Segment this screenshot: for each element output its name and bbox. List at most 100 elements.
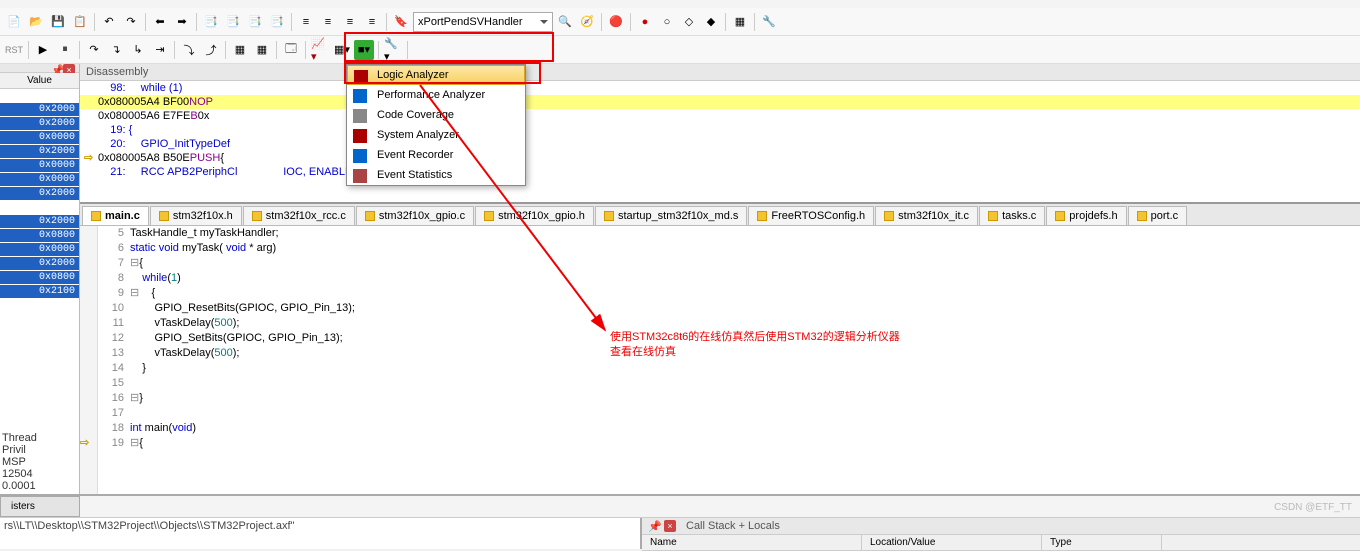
tool-btn[interactable]: ↶ — [99, 12, 119, 32]
tool-btn[interactable]: ⬅ — [150, 12, 170, 32]
tool-btn[interactable]: ▦ — [730, 12, 750, 32]
tool-btn[interactable]: 📋 — [70, 12, 90, 32]
tool-btn[interactable]: ◆ — [701, 12, 721, 32]
file-tab[interactable]: main.c — [82, 206, 149, 225]
disasm-line[interactable]: 20: GPIO_InitTypeDef — [80, 137, 1360, 151]
tool-btn[interactable]: 🔴 — [606, 12, 626, 32]
disasm-line[interactable]: 0x080005A6 E7FE B 0x — [80, 109, 1360, 123]
reset-btn[interactable]: RST — [4, 40, 24, 60]
register-value — [0, 89, 79, 103]
register-value: 0x2000 — [0, 187, 79, 201]
tool-btn[interactable]: 🔍 — [555, 12, 575, 32]
menu-item[interactable]: Event Statistics — [347, 165, 525, 185]
step-btn[interactable]: ↷ — [84, 40, 104, 60]
analyzer-btn[interactable]: 📈▾ — [310, 40, 330, 60]
disasm-line[interactable]: 19: { — [80, 123, 1360, 137]
window-btn[interactable]: ▦ — [252, 40, 272, 60]
step-btn[interactable]: ↴ — [106, 40, 126, 60]
tool-btn[interactable]: ≡ — [296, 12, 316, 32]
file-tab[interactable]: FreeRTOSConfig.h — [748, 206, 874, 225]
file-tab[interactable]: startup_stm32f10x_md.s — [595, 206, 747, 225]
file-tab[interactable]: tasks.c — [979, 206, 1045, 225]
menu-item[interactable]: Performance Analyzer — [347, 85, 525, 105]
code-line[interactable]: int main(void) — [130, 421, 1360, 436]
tool-btn[interactable]: ○ — [657, 12, 677, 32]
window-btn[interactable]: ▦▾ — [332, 40, 352, 60]
code-line[interactable]: ⊟{ — [130, 436, 1360, 451]
code-line[interactable]: vTaskDelay(500); — [130, 316, 1360, 331]
disasm-line[interactable]: ⇨0x080005A8 B50E PUSH { — [80, 151, 1360, 165]
file-tab[interactable]: stm32f10x_gpio.c — [356, 206, 474, 225]
column-header[interactable]: Location/Value — [862, 535, 1042, 550]
tool-btn[interactable]: ≡ — [362, 12, 382, 32]
file-tab[interactable]: projdefs.h — [1046, 206, 1126, 225]
file-icon — [159, 211, 169, 221]
tool-btn[interactable]: 💾 — [48, 12, 68, 32]
tool-btn[interactable]: ➡ — [172, 12, 192, 32]
file-icon — [365, 211, 375, 221]
tool-btn[interactable]: ↷ — [121, 12, 141, 32]
run-btn[interactable]: ▶ — [33, 40, 53, 60]
file-tab[interactable]: stm32f10x_it.c — [875, 206, 978, 225]
analyzer-menu: Logic AnalyzerPerformance AnalyzerCode C… — [346, 64, 526, 186]
column-header[interactable]: Type — [1042, 535, 1162, 550]
window-btn[interactable]: 🗔 — [281, 40, 301, 60]
line-number: 5 — [98, 226, 124, 241]
line-number: 15 — [98, 376, 124, 391]
file-icon — [1055, 211, 1065, 221]
file-tab[interactable]: port.c — [1128, 206, 1188, 225]
symbol-combo[interactable]: xPortPendSVHandler — [413, 12, 553, 32]
disasm-line[interactable]: 98: while (1) — [80, 81, 1360, 95]
file-tab[interactable]: stm32f10x.h — [150, 206, 242, 225]
code-line[interactable]: ⊟ { — [130, 286, 1360, 301]
menu-item[interactable]: Code Coverage — [347, 105, 525, 125]
tools-btn[interactable]: 🔧▾ — [383, 40, 403, 60]
code-line[interactable] — [130, 406, 1360, 421]
column-header[interactable]: Name — [642, 535, 862, 550]
disasm-line[interactable]: 21: RCC APB2PeriphCl IOC, ENABLE); — [80, 165, 1360, 179]
menu-item[interactable]: System Analyzer — [347, 125, 525, 145]
line-number: 7 — [98, 256, 124, 271]
step-btn[interactable]: ⤵ — [179, 40, 199, 60]
step-btn[interactable]: ⤴ — [201, 40, 221, 60]
tool-btn[interactable]: 📑 — [245, 12, 265, 32]
code-line[interactable]: ⊟{ — [130, 256, 1360, 271]
code-line[interactable]: TaskHandle_t myTaskHandler; — [130, 226, 1360, 241]
tool-btn[interactable]: ≡ — [340, 12, 360, 32]
tool-btn[interactable]: ≡ — [318, 12, 338, 32]
stop-btn[interactable]: ⏸ — [55, 40, 75, 60]
step-btn[interactable]: ⇥ — [150, 40, 170, 60]
pin-icon[interactable]: 📌 — [648, 520, 660, 532]
menu-item[interactable]: Event Recorder — [347, 145, 525, 165]
menu-item[interactable]: Logic Analyzer — [347, 65, 525, 85]
tool-btn[interactable]: 📑 — [201, 12, 221, 32]
tool-btn[interactable]: 🧭 — [577, 12, 597, 32]
tool-btn[interactable]: ◇ — [679, 12, 699, 32]
code-line[interactable]: static void myTask( void * arg) — [130, 241, 1360, 256]
tool-btn[interactable]: 📑 — [223, 12, 243, 32]
disasm-title: Disassembly — [86, 66, 148, 78]
menu-icon — [353, 149, 367, 163]
file-tab[interactable]: stm32f10x_gpio.h — [475, 206, 594, 225]
callstack-title: Call Stack + Locals — [686, 520, 780, 532]
registers-tab[interactable]: isters — [0, 496, 80, 517]
file-tab[interactable]: stm32f10x_rcc.c — [243, 206, 355, 225]
code-line[interactable]: } — [130, 361, 1360, 376]
window-btn[interactable]: ■▾ — [354, 40, 374, 60]
disasm-line[interactable]: 0x080005A4 BF00 NOP — [80, 95, 1360, 109]
step-btn[interactable]: ↳ — [128, 40, 148, 60]
tool-btn[interactable]: ● — [635, 12, 655, 32]
line-number: 11 — [98, 316, 124, 331]
tool-btn[interactable]: 📑 — [267, 12, 287, 32]
code-line[interactable]: GPIO_ResetBits(GPIOC, GPIO_Pin_13); — [130, 301, 1360, 316]
code-line[interactable]: while(1) — [130, 271, 1360, 286]
window-btn[interactable]: ▦ — [230, 40, 250, 60]
close-icon[interactable]: × — [664, 520, 676, 532]
code-line[interactable] — [130, 376, 1360, 391]
menu-icon — [353, 89, 367, 103]
tool-btn[interactable]: 🔖 — [391, 12, 411, 32]
tool-btn[interactable]: 📄 — [4, 12, 24, 32]
tool-btn[interactable]: 🔧 — [759, 12, 779, 32]
tool-btn[interactable]: 📂 — [26, 12, 46, 32]
code-line[interactable]: ⊟} — [130, 391, 1360, 406]
